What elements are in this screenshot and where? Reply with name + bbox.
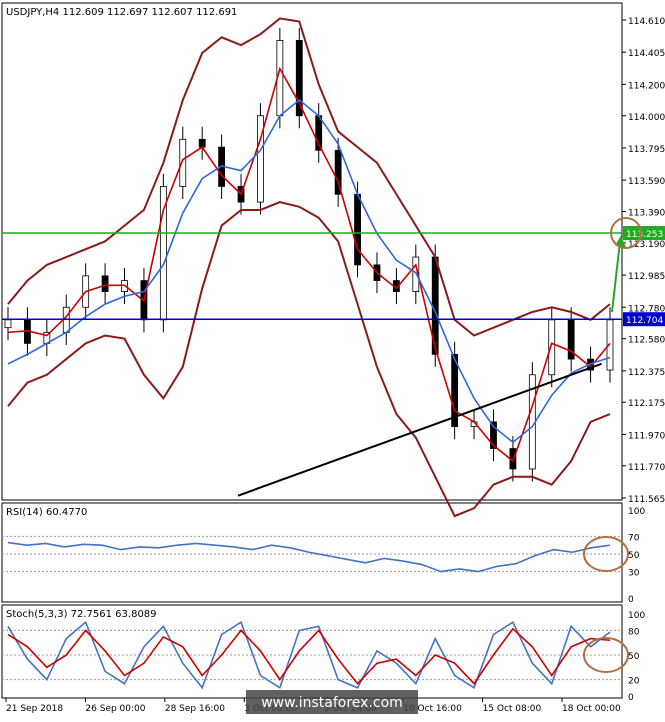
- price-level-tag-label: 112.704: [626, 316, 663, 326]
- x-tick-label: 15 Oct 08:00: [483, 704, 542, 714]
- chart-svg: 114.610 114.405 114.200 114.000 113.795 113.5…: [1, 2, 665, 714]
- x-tick-label: 28 Sep 16:00: [165, 704, 225, 714]
- chart-root: 114.610 114.405 114.200 114.000 113.795 113.5…: [0, 0, 665, 718]
- price-candle-body: [548, 319, 556, 376]
- rsi-y-tick-label: 50: [628, 551, 640, 561]
- price-panel-title: USDJPY,H4 112.609 112.697 112.607 112.69…: [6, 7, 237, 18]
- stoch-y-tick-label: 100: [628, 611, 645, 621]
- rsi-y-tick-label: 100: [628, 507, 645, 517]
- stoch-y-tick-label: 20: [628, 677, 640, 687]
- rsi-y-tick-label: 30: [628, 569, 640, 579]
- stoch-y-tick-label: 80: [628, 627, 640, 637]
- price-y-tick-label: 112.175: [628, 399, 665, 409]
- price-y-tick-label: 113.590: [628, 177, 665, 187]
- price-y-tick-label: 111.565: [628, 495, 665, 505]
- price-level-tag-label: 113.253: [626, 230, 663, 240]
- price-candle-body: [4, 319, 12, 329]
- price-candle-body: [101, 275, 109, 292]
- price-y-tick-label: 112.580: [628, 336, 665, 346]
- watermark-text: www.instaforex.com: [261, 695, 403, 711]
- price-y-tick-label: 113.390: [628, 209, 665, 219]
- x-tick-label: 21 Sep 2018: [6, 704, 63, 714]
- price-y-tick-label: 114.200: [628, 81, 665, 91]
- x-tick-label: 26 Sep 00:00: [85, 704, 145, 714]
- price-y-tick-label: 111.970: [628, 431, 665, 441]
- rsi-y-tick-label: 0: [628, 595, 634, 605]
- price-candle-body: [354, 193, 361, 266]
- stoch-panel-title: Stoch(5,3,3) 72.7561 63.8089: [6, 609, 157, 620]
- price-y-tick-label: 113.795: [628, 145, 665, 155]
- price-y-tick-label: 111.770: [628, 463, 665, 473]
- x-tick-label: 18 Oct 00:00: [562, 704, 621, 714]
- price-y-tick-label: 112.985: [628, 272, 665, 282]
- price-y-tick-label: 112.375: [628, 368, 665, 378]
- price-y-tick-label: 114.000: [628, 113, 665, 123]
- price-y-tick-label: 114.405: [628, 49, 665, 59]
- stoch-y-tick-label: 50: [628, 652, 640, 662]
- stoch-y-tick-label: 0: [628, 693, 634, 703]
- price-y-tick-label: 114.610: [628, 17, 665, 27]
- price-candle-body: [179, 138, 187, 187]
- rsi-panel-title: RSI(14) 60.4770: [6, 507, 87, 518]
- price-candle-body: [198, 138, 206, 148]
- rsi-y-tick-label: 70: [628, 533, 640, 543]
